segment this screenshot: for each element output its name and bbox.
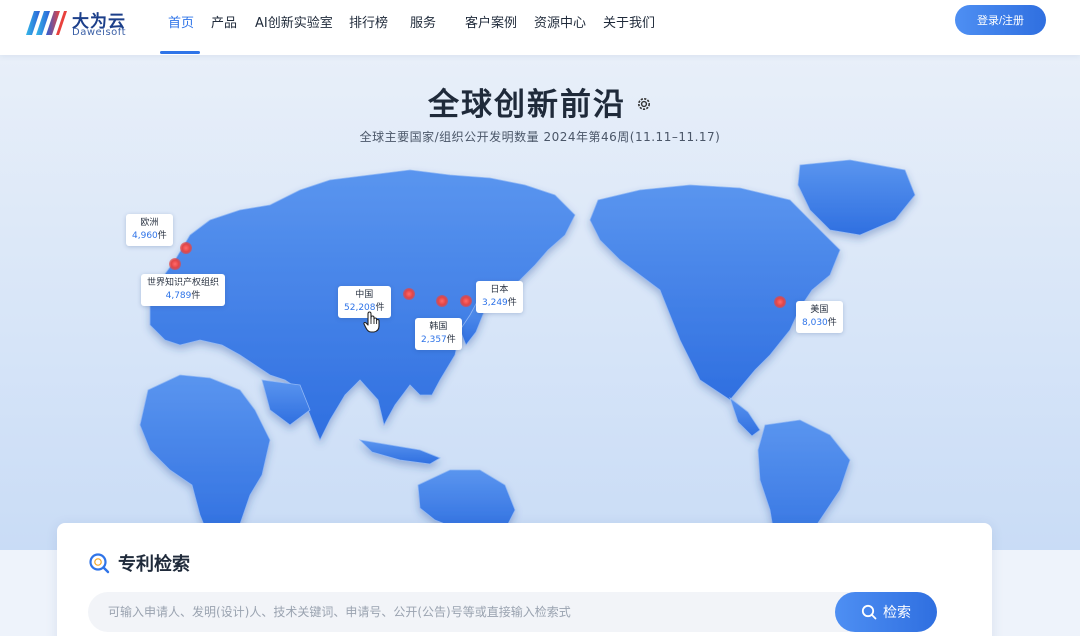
callout-wipo-unit: 件 <box>191 291 201 301</box>
hotspot-usa[interactable] <box>774 296 786 308</box>
hero-title-row: 全球创新前沿 <box>0 79 1080 124</box>
top-header: 大为云 Daweisoft 首页 产品 AI创新实验室 排行榜 服务 客户案例 … <box>0 0 1080 55</box>
callout-europe-count: 4,960 <box>132 231 158 241</box>
gear-icon[interactable] <box>636 96 652 112</box>
hotspot-japan[interactable] <box>460 295 472 307</box>
login-register-button[interactable]: 登录/注册 <box>955 5 1046 35</box>
nav-services[interactable]: 服务 <box>410 12 436 31</box>
hand-cursor-icon <box>363 311 380 333</box>
hero-section: 全球创新前沿 全球主要国家/组织公开发明数量 2024年第46周(11.11–1… <box>0 55 1080 550</box>
callout-europe[interactable]: 欧洲 4,960件 <box>126 214 173 246</box>
world-map <box>139 159 916 550</box>
page-title: 全球创新前沿 <box>428 87 626 123</box>
callout-usa-name: 美国 <box>810 305 829 315</box>
callout-wipo-count: 4,789 <box>165 291 192 301</box>
indonesia-landmass <box>358 439 441 465</box>
callout-usa-count: 8,030 <box>802 318 828 328</box>
north-america-landmass <box>589 184 841 401</box>
logo-icon <box>26 11 67 35</box>
callout-korea[interactable]: 韩国 2,357件 <box>415 318 462 350</box>
logo-subtext: Daweisoft <box>72 27 127 38</box>
callout-japan-name: 日本 <box>490 285 509 295</box>
nav-products[interactable]: 产品 <box>211 12 237 31</box>
callout-japan-unit: 件 <box>507 298 517 308</box>
patent-search-card: 专利检索 检索 <box>57 523 992 636</box>
hotspot-europe[interactable] <box>180 242 192 254</box>
search-title-text: 专利检索 <box>118 554 190 575</box>
callout-korea-unit: 件 <box>446 335 456 345</box>
hotspot-korea[interactable] <box>436 295 448 307</box>
search-icon <box>89 553 110 574</box>
hotspot-china[interactable] <box>403 288 415 300</box>
search-button[interactable]: 检索 <box>835 592 937 632</box>
callout-china-name: 中国 <box>355 290 374 300</box>
nav-cases[interactable]: 客户案例 <box>465 12 517 31</box>
greenland-landmass <box>797 159 916 236</box>
search-box <box>88 592 937 632</box>
nav-ai-lab[interactable]: AI创新实验室 <box>255 12 333 31</box>
hotspot-wipo[interactable] <box>169 258 181 270</box>
callout-korea-count: 2,357 <box>421 335 447 345</box>
callout-wipo[interactable]: 世界知识产权组织 4,789件 <box>141 274 226 306</box>
nav-rankings[interactable]: 排行榜 <box>349 12 388 31</box>
nav-resources[interactable]: 资源中心 <box>534 12 586 31</box>
callout-europe-unit: 件 <box>157 231 167 241</box>
search-button-label: 检索 <box>883 604 911 620</box>
nav-about[interactable]: 关于我们 <box>603 12 655 31</box>
nav-active-indicator <box>160 51 200 54</box>
callout-usa[interactable]: 美国 8,030件 <box>796 301 843 333</box>
callout-europe-name: 欧洲 <box>140 218 159 228</box>
search-button-icon <box>861 604 877 620</box>
search-input[interactable] <box>108 592 828 632</box>
africa-landmass <box>139 374 271 546</box>
callout-japan-count: 3,249 <box>482 298 508 308</box>
central-america-landmass <box>729 396 761 437</box>
callout-usa-unit: 件 <box>827 318 837 328</box>
callout-wipo-name: 世界知识产权组织 <box>147 278 220 288</box>
callout-japan[interactable]: 日本 3,249件 <box>476 281 523 313</box>
nav-home[interactable]: 首页 <box>168 12 194 31</box>
logo[interactable]: 大为云 Daweisoft <box>24 6 134 38</box>
callout-korea-name: 韩国 <box>429 322 448 332</box>
search-section-title: 专利检索 <box>88 550 190 576</box>
